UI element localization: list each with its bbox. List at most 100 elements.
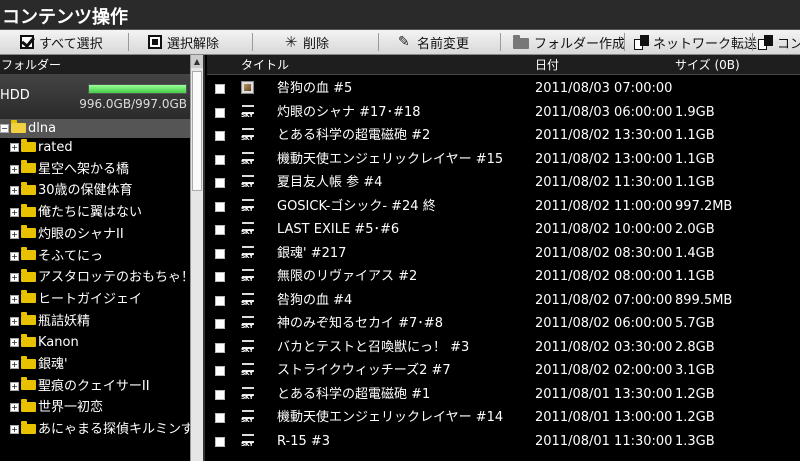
- sky-channel-icon: [241, 221, 255, 237]
- row-title: GOSICK-ゴシック- #24 終: [277, 198, 436, 214]
- tree-item[interactable]: + 銀魂': [0, 355, 190, 377]
- row-size: 3.1GB: [675, 363, 715, 378]
- hdd-usage-fill: [89, 85, 186, 93]
- folder-icon: [21, 160, 36, 174]
- expand-icon[interactable]: +: [10, 294, 19, 304]
- table-row[interactable]: とある科学の超電磁砲 #1 2011/08/01 13:30:001.2GB: [207, 383, 800, 406]
- tree-item[interactable]: + そふてにっ: [0, 247, 190, 269]
- row-size: 1.1GB: [675, 269, 715, 284]
- expand-icon[interactable]: +: [10, 403, 19, 413]
- row-title: 神のみぞ知るセカイ #7･#8: [277, 316, 443, 331]
- row-checkbox[interactable]: [215, 413, 225, 423]
- row-checkbox[interactable]: [215, 225, 225, 235]
- column-date[interactable]: 日付: [535, 55, 559, 75]
- row-date: 2011/08/02 13:30:00: [535, 128, 673, 143]
- table-row[interactable]: 神のみぞ知るセカイ #7･#8 2011/08/02 06:00:005.7GB: [207, 312, 800, 335]
- folder-icon: [21, 268, 36, 282]
- table-row[interactable]: とある科学の超電磁砲 #2 2011/08/02 13:30:001.1GB: [207, 124, 800, 147]
- select-all-button[interactable]: すべて選択: [20, 30, 103, 54]
- tree-item[interactable]: + 俺たちに翼はない: [0, 203, 190, 225]
- expand-icon[interactable]: +: [10, 229, 19, 239]
- table-row[interactable]: 無限のリヴァイアス #2 2011/08/02 08:00:001.1GB: [207, 265, 800, 288]
- expand-icon[interactable]: +: [10, 273, 19, 283]
- row-size: 1.1GB: [675, 128, 715, 143]
- tree-item-label: 瓶詰妖精: [38, 313, 91, 329]
- network-transfer-button[interactable]: ネットワーク転送: [634, 30, 757, 54]
- expand-icon[interactable]: +: [10, 360, 19, 369]
- row-checkbox[interactable]: [215, 131, 225, 141]
- table-row[interactable]: 機動天使エンジェリックレイヤー #14 2011/08/01 13:00:001.…: [207, 406, 800, 429]
- table-row[interactable]: ストライクウィッチーズ2 #7 2011/08/02 02:00:003.1GB: [207, 359, 800, 382]
- expand-icon[interactable]: +: [10, 186, 19, 196]
- tree-item[interactable]: + 星空へ架かる橋: [0, 160, 190, 182]
- column-size[interactable]: サイズ (0B): [675, 55, 740, 75]
- new-folder-button[interactable]: フォルダー作成: [513, 30, 625, 54]
- table-row[interactable]: 咎狗の血 #5 2011/08/03 07:00:00: [207, 77, 800, 100]
- rename-button[interactable]: ✎ 名前変更: [398, 30, 469, 54]
- row-size: 1.1GB: [675, 151, 715, 167]
- expand-icon[interactable]: +: [10, 251, 19, 261]
- scroll-thumb[interactable]: [192, 71, 202, 191]
- table-row[interactable]: 銀魂' #217 2011/08/02 08:30:001.4GB: [207, 242, 800, 265]
- tree-item[interactable]: + あにゃまる探偵キルミンずぅ: [0, 420, 190, 442]
- title-bar: コンテンツ操作: [0, 0, 800, 30]
- hdd-drive[interactable]: HDD 996.0GB/997.0GB: [0, 75, 190, 119]
- rename-label: 名前変更: [417, 36, 470, 52]
- row-checkbox[interactable]: [215, 178, 225, 188]
- row-checkbox[interactable]: [215, 248, 225, 259]
- collapse-icon[interactable]: −: [0, 124, 9, 133]
- row-checkbox[interactable]: [215, 436, 225, 447]
- tree-root-dlna[interactable]: − dlna: [0, 119, 190, 138]
- row-checkbox[interactable]: [215, 154, 225, 165]
- tree-item[interactable]: + 聖痕のクェイサーII: [0, 377, 190, 399]
- table-row[interactable]: 夏目友人帳 参 #4 2011/08/02 11:30:001.1GB: [207, 171, 800, 194]
- tree-item[interactable]: + 灼眼のシャナII: [0, 225, 190, 247]
- tree-item[interactable]: + 世界一初恋: [0, 398, 190, 420]
- row-checkbox[interactable]: [215, 389, 225, 400]
- table-row[interactable]: LAST EXILE #5･#6 2011/08/02 10:00:002.0GB: [207, 218, 800, 241]
- table-row[interactable]: 灼眼のシャナ #17･#18 2011/08/03 06:00:001.9GB: [207, 101, 800, 124]
- table-row[interactable]: バカとテストと召喚獣にっ！ #3 2011/08/02 03:30:002.8GB: [207, 336, 800, 359]
- expand-icon[interactable]: +: [10, 143, 19, 152]
- row-checkbox[interactable]: [215, 201, 225, 212]
- table-row[interactable]: R-15 #3 2011/08/01 11:30:001.3GB: [207, 430, 800, 453]
- expand-icon[interactable]: +: [10, 316, 19, 326]
- row-checkbox[interactable]: [215, 107, 225, 118]
- pencil-icon: ✎: [398, 34, 410, 50]
- row-checkbox[interactable]: [215, 84, 225, 94]
- table-row[interactable]: 咎狗の血 #4 2011/08/02 07:00:00899.5MB: [207, 289, 800, 312]
- expand-icon[interactable]: +: [10, 381, 19, 391]
- tree-item-label: rated: [38, 140, 73, 155]
- row-checkbox[interactable]: [215, 272, 225, 282]
- table-row[interactable]: 機動天使エンジェリックレイヤー #15 2011/08/02 13:00:001.…: [207, 148, 800, 171]
- network-transfer-label: ネットワーク転送: [653, 36, 758, 52]
- sky-channel-icon: [241, 127, 255, 143]
- tree-item[interactable]: + アスタロッテのおもちゃ！: [0, 268, 190, 290]
- overflow-button[interactable]: コン: [758, 30, 800, 54]
- scroll-up-icon[interactable]: ▲: [191, 55, 203, 68]
- tree-item[interactable]: + Kanon: [0, 333, 190, 355]
- folder-scrollbar[interactable]: ▲: [190, 55, 203, 461]
- deselect-button[interactable]: 選択解除: [148, 30, 219, 54]
- row-checkbox[interactable]: [215, 295, 225, 306]
- row-date: 2011/08/02 08:00:00: [535, 269, 673, 284]
- row-title: 銀魂' #217: [277, 245, 347, 261]
- row-checkbox[interactable]: [215, 366, 225, 376]
- row-checkbox[interactable]: [215, 319, 225, 329]
- tree-item[interactable]: + rated: [0, 138, 190, 160]
- table-row[interactable]: GOSICK-ゴシック- #24 終 2011/08/02 11:00:00997…: [207, 195, 800, 218]
- delete-button[interactable]: ✳ 削除: [284, 30, 329, 54]
- expand-icon[interactable]: +: [10, 338, 19, 348]
- tree-item[interactable]: +30歳の保健体育: [0, 181, 190, 203]
- row-size: 1.2GB: [675, 386, 715, 402]
- column-title[interactable]: タイトル: [241, 55, 289, 75]
- tree-item[interactable]: + ヒートガイジェイ: [0, 290, 190, 312]
- expand-icon[interactable]: +: [10, 164, 19, 174]
- expand-icon[interactable]: +: [10, 208, 19, 218]
- row-title: とある科学の超電磁砲 #1: [277, 386, 431, 402]
- row-checkbox[interactable]: [215, 342, 225, 353]
- sky-channel-icon: [241, 385, 255, 402]
- tree-item[interactable]: + 瓶詰妖精: [0, 312, 190, 334]
- row-title: とある科学の超電磁砲 #2: [277, 128, 431, 143]
- expand-icon[interactable]: +: [10, 425, 19, 435]
